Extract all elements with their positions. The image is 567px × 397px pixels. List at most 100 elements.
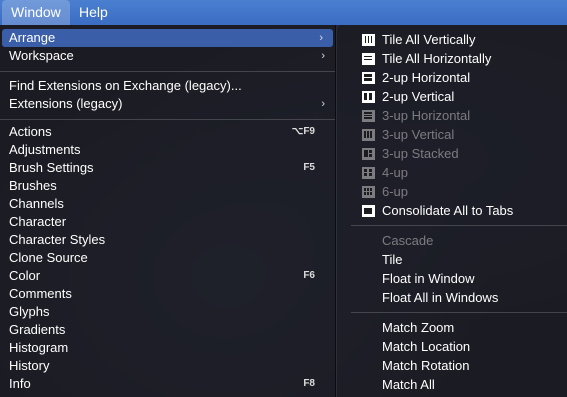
menu-item-panel[interactable]: Gradients: [0, 321, 335, 339]
menu-item-panel[interactable]: Brushes: [0, 177, 335, 195]
menu-item-3up-horizontal: 3-up Horizontal: [337, 107, 567, 125]
menu-item-label: 2-up Horizontal: [382, 70, 471, 85]
menu-item-match-all[interactable]: Match All: [337, 376, 567, 394]
menu-item-label: Tile: [382, 252, 403, 267]
menu-item-2up-vertical[interactable]: 2-up Vertical: [337, 88, 567, 106]
menu-item-shortcut: F6: [303, 270, 315, 281]
menu-separator: [351, 312, 567, 313]
menu-item-label: Brush Settings: [9, 160, 94, 175]
menu-item-label: Actions: [9, 124, 52, 139]
menu-item-panel[interactable]: Actions ⌥F9: [0, 123, 335, 141]
menu-item-extensions[interactable]: Extensions (legacy) ›: [0, 95, 335, 113]
menu-item-shortcut: F8: [303, 378, 315, 389]
menu-item-panel[interactable]: Histogram: [0, 339, 335, 357]
three-up-horizontal-icon: [362, 110, 375, 122]
menu-item-panel[interactable]: Character: [0, 213, 335, 231]
menu-item-label: Match Zoom: [382, 320, 455, 335]
menu-item-label: 3-up Horizontal: [382, 108, 471, 123]
window-menu-dropdown: Arrange › Workspace › Find Extensions on…: [0, 25, 336, 397]
menu-item-2up-horizontal[interactable]: 2-up Horizontal: [337, 69, 567, 87]
menu-item-label: Tile All Vertically: [382, 32, 476, 47]
menu-item-label: Tile All Horizontally: [382, 51, 492, 66]
menu-item-label: Brushes: [9, 178, 57, 193]
menu-item-label: Workspace: [9, 48, 74, 63]
menu-item-panel[interactable]: Info F8: [0, 375, 335, 393]
menu-item-label: Match Rotation: [382, 358, 470, 373]
chevron-right-icon: ›: [319, 32, 323, 44]
menu-item-label: Histogram: [9, 340, 69, 355]
menu-separator: [0, 71, 335, 72]
menu-item-match-rotation[interactable]: Match Rotation: [337, 357, 567, 375]
arrange-submenu: Tile All Vertically Tile All Horizontall…: [336, 25, 567, 397]
menu-bar: Window Help: [0, 0, 567, 25]
menu-item-label: Cascade: [382, 233, 434, 248]
menu-item-cascade: Cascade: [337, 232, 567, 250]
menu-item-label: Gradients: [9, 322, 66, 337]
menu-item-tile[interactable]: Tile: [337, 251, 567, 269]
chevron-right-icon: ›: [321, 98, 325, 110]
menu-item-label: Consolidate All to Tabs: [382, 203, 514, 218]
menu-item-panel[interactable]: Character Styles: [0, 231, 335, 249]
menu-item-label: History: [9, 358, 50, 373]
menu-item-label: 3-up Stacked: [382, 146, 459, 161]
menu-item-label: 2-up Vertical: [382, 89, 455, 104]
menu-item-label: 3-up Vertical: [382, 127, 455, 142]
menu-window[interactable]: Window: [2, 0, 70, 25]
menu-item-label: 4-up: [382, 165, 409, 180]
menu-item-label: Glyphs: [9, 304, 50, 319]
menu-item-workspace[interactable]: Workspace ›: [0, 47, 335, 65]
menu-item-label: 6-up: [382, 184, 409, 199]
three-up-vertical-icon: [362, 129, 375, 141]
four-up-icon: [362, 167, 375, 179]
menu-item-panel[interactable]: Clone Source: [0, 249, 335, 267]
menu-item-4up: 4-up: [337, 164, 567, 182]
menu-item-label: Float All in Windows: [382, 290, 499, 305]
menu-item-panel[interactable]: History: [0, 357, 335, 375]
tile-vertical-icon: [362, 34, 375, 46]
menu-item-label: Comments: [9, 286, 72, 301]
menu-item-label: Find Extensions on Exchange (legacy)...: [9, 78, 242, 93]
menu-item-label: Match All: [382, 377, 435, 392]
menu-item-label: Channels: [9, 196, 64, 211]
menu-item-label: Info: [9, 376, 31, 391]
menu-item-panel[interactable]: Comments: [0, 285, 335, 303]
menu-item-tile-all-horizontally[interactable]: Tile All Horizontally: [337, 50, 567, 68]
menu-item-label: Float in Window: [382, 271, 475, 286]
menu-item-shortcut: F5: [303, 162, 315, 173]
menu-item-label: Extensions (legacy): [9, 96, 123, 111]
menu-item-label: Arrange: [9, 30, 56, 45]
menu-item-panel[interactable]: Color F6: [0, 267, 335, 285]
menu-item-panel[interactable]: Brush Settings F5: [0, 159, 335, 177]
menu-item-label: Clone Source: [9, 250, 88, 265]
menu-item-tile-all-vertically[interactable]: Tile All Vertically: [337, 31, 567, 49]
menu-item-consolidate-all-to-tabs[interactable]: Consolidate All to Tabs: [337, 202, 567, 220]
menu-item-label: Adjustments: [9, 142, 81, 157]
three-up-stacked-icon: [362, 148, 375, 160]
tile-horizontal-icon: [362, 53, 375, 65]
menu-item-3up-stacked: 3-up Stacked: [337, 145, 567, 163]
menu-item-6up: 6-up: [337, 183, 567, 201]
two-up-vertical-icon: [362, 91, 375, 103]
two-up-horizontal-icon: [362, 72, 375, 84]
menu-separator: [0, 119, 335, 120]
menu-item-3up-vertical: 3-up Vertical: [337, 126, 567, 144]
menu-item-float-in-window[interactable]: Float in Window: [337, 270, 567, 288]
menu-separator: [351, 225, 567, 226]
menu-item-match-location[interactable]: Match Location: [337, 338, 567, 356]
menu-item-label: Color: [9, 268, 41, 283]
menu-item-panel[interactable]: Glyphs: [0, 303, 335, 321]
menu-item-label: Match Location: [382, 339, 471, 354]
six-up-icon: [362, 186, 375, 198]
menu-item-panel[interactable]: Channels: [0, 195, 335, 213]
menu-item-arrange[interactable]: Arrange ›: [2, 29, 333, 47]
menu-item-match-zoom[interactable]: Match Zoom: [337, 319, 567, 337]
menu-item-label: Character: [9, 214, 67, 229]
menu-item-panel[interactable]: Adjustments: [0, 141, 335, 159]
menu-item-find-extensions[interactable]: Find Extensions on Exchange (legacy)...: [0, 77, 335, 95]
menu-item-label: Character Styles: [9, 232, 106, 247]
chevron-right-icon: ›: [321, 50, 325, 62]
consolidate-tabs-icon: [362, 205, 375, 217]
menu-item-shortcut: ⌥F9: [291, 126, 315, 137]
menu-item-float-all-in-windows[interactable]: Float All in Windows: [337, 289, 567, 307]
menu-help[interactable]: Help: [70, 0, 117, 25]
